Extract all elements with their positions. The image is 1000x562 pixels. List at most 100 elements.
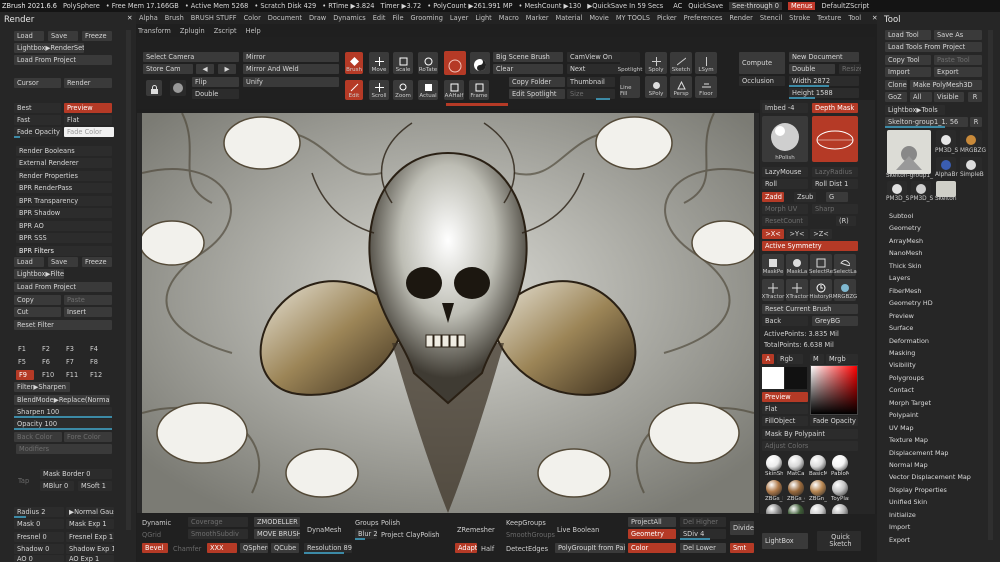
menu-item[interactable]: Grooming	[411, 14, 443, 22]
fillobject-button[interactable]: FillObject	[762, 416, 808, 426]
msoft-slider[interactable]: MSoft 1	[78, 481, 112, 491]
smooth-subdiv-button[interactable]: SmoothSubdiv	[188, 529, 248, 539]
import-button[interactable]: Import	[885, 67, 931, 77]
fade-color-swatch[interactable]: Fade Color	[64, 127, 114, 137]
load-tools-from-project-button[interactable]: Load Tools From Project	[885, 42, 982, 52]
filter-cut-button[interactable]: Cut	[14, 307, 61, 317]
mask-exp-slider[interactable]: Mask Exp 1	[66, 519, 114, 529]
filter-slot-f9[interactable]: F9	[16, 370, 34, 380]
polyf-icon[interactable]: SPoly	[645, 76, 667, 98]
tool-palette-title[interactable]: Tool	[880, 13, 1000, 27]
dynamesh-button[interactable]: DynaMesh	[307, 526, 342, 534]
scroll-icon[interactable]: Scroll	[369, 80, 389, 100]
bpr-filters-item[interactable]: BPR Filters	[16, 246, 112, 256]
bevel-button[interactable]: Bevel	[142, 543, 168, 553]
skelton-group-thumbnail[interactable]	[887, 130, 931, 174]
prev-camera-icon[interactable]: ◀	[196, 64, 214, 74]
compute-button[interactable]: Compute	[739, 52, 785, 74]
tool-subpalette-item[interactable]: Geometry	[889, 224, 921, 232]
render-booleans-item[interactable]: Render Booleans	[16, 146, 112, 156]
menus-button[interactable]: Menus	[787, 2, 816, 10]
line-fill-icon[interactable]: Line Fill	[620, 76, 640, 98]
pm3d-thumbnail-3[interactable]	[911, 181, 931, 197]
export-button[interactable]: Export	[934, 67, 982, 77]
symmetry-x-button[interactable]: >X<	[762, 229, 784, 239]
filter-paste-button[interactable]: Paste	[64, 295, 112, 305]
xtractor-icon[interactable]: XTractor	[762, 279, 784, 301]
lsym-icon[interactable]: LSym	[695, 52, 717, 74]
tool-subpalette-item[interactable]: Thick Skin	[889, 262, 922, 270]
mirror-button[interactable]: Mirror	[243, 52, 339, 62]
mask-slider[interactable]: Mask 0	[14, 519, 64, 529]
fade-opacity-slider[interactable]: Fade Opacity 0	[14, 127, 62, 137]
zadd-button[interactable]: Zadd	[762, 192, 784, 202]
close-icon[interactable]: ✕	[127, 14, 133, 22]
mblur-slider[interactable]: MBlur 0	[40, 481, 74, 491]
r-button[interactable]: (R)	[836, 216, 856, 226]
project-button[interactable]: Project	[381, 531, 404, 539]
color-picker[interactable]	[810, 365, 858, 415]
move-brush-button[interactable]: MOVE BRUSH	[254, 529, 300, 539]
load-tool-button[interactable]: Load Tool	[885, 30, 931, 40]
canvas-right-scroll[interactable]	[754, 113, 759, 513]
skelton-thumbnail-2[interactable]	[936, 181, 956, 197]
main-color-swatch[interactable]	[762, 367, 784, 389]
zoom-icon[interactable]: Zoom	[393, 80, 413, 100]
r-tool-slider-button[interactable]: R	[970, 117, 982, 127]
half-button[interactable]: Half	[481, 545, 494, 553]
save-as-button[interactable]: Save As	[934, 30, 982, 40]
adapt-button[interactable]: Adapt	[455, 543, 477, 553]
external-renderer-item[interactable]: External Renderer	[16, 158, 112, 168]
menu-item[interactable]: Draw	[309, 14, 326, 22]
polish-button[interactable]: Polish	[381, 519, 400, 527]
ac-button[interactable]: AC	[673, 2, 682, 10]
tool-subpalette-item[interactable]: Normal Map	[889, 461, 928, 469]
tool-subpalette-item[interactable]: Displacement Map	[889, 449, 948, 457]
filter-insert-button[interactable]: Insert	[64, 307, 112, 317]
spoly-icon[interactable]: Spoly	[645, 52, 667, 74]
keepgroups-button[interactable]: KeepGroups	[506, 519, 546, 527]
resetcount-button[interactable]: ResetCount	[762, 216, 808, 226]
lightbox-button[interactable]: LightBox	[762, 533, 808, 549]
flip-button[interactable]: Flip	[192, 77, 239, 87]
r-tool-button[interactable]: R	[968, 92, 982, 102]
menu-item[interactable]: Layer	[450, 14, 468, 22]
mirror-and-weld-button[interactable]: Mirror And Weld	[243, 64, 339, 74]
edit-spotlight-button[interactable]: Edit Spotlight	[509, 89, 565, 99]
secondary-color-swatch[interactable]	[785, 367, 807, 389]
blendmode-button[interactable]: BlendMode▶Replace(Normal)	[14, 395, 110, 405]
menu-item[interactable]: Color	[244, 14, 261, 22]
filter-slot-f7[interactable]: F7	[66, 358, 74, 366]
symmetry-z-button[interactable]: >Z<	[810, 229, 832, 239]
tool-subpalette-item[interactable]: UV Map	[889, 424, 914, 432]
lightbox-tools-button[interactable]: Lightbox▶Tools	[885, 105, 945, 115]
filter-slot-f6[interactable]: F6	[42, 358, 50, 366]
right-tray-scrollbar[interactable]	[988, 30, 993, 540]
adjust-colors-button[interactable]: Adjust Colors	[762, 441, 858, 451]
default-zscript[interactable]: DefaultZScript	[821, 2, 869, 10]
zremesher-button[interactable]: ZRemesher	[457, 526, 495, 534]
del-higher-button[interactable]: Del Higher	[680, 517, 726, 527]
ao-slider[interactable]: AO 0	[14, 555, 64, 562]
claypolish-button[interactable]: ClayPolish	[406, 531, 439, 539]
sketch-icon[interactable]: Sketch	[670, 52, 692, 74]
groups-button[interactable]: Groups	[355, 519, 379, 527]
menu-item[interactable]: Zplugin	[180, 27, 205, 35]
menu-item[interactable]: Edit	[373, 14, 386, 22]
next-camera-icon[interactable]: ▶	[218, 64, 236, 74]
filter-slot-f5[interactable]: F5	[18, 358, 26, 366]
tool-subpalette-item[interactable]: Masking	[889, 349, 915, 357]
menu-item[interactable]: Document	[268, 14, 302, 22]
modifiers-item[interactable]: Modifiers	[16, 444, 112, 454]
filter-slot-f10[interactable]: F10	[42, 371, 54, 379]
lazymouse-button[interactable]: LazyMouse	[762, 167, 808, 177]
ao-exp-slider[interactable]: AO Exp 1	[66, 555, 114, 562]
menu-item[interactable]: File	[393, 14, 404, 22]
tool-subpalette-item[interactable]: Initialize	[889, 511, 916, 519]
tool-subpalette-item[interactable]: Visibility	[889, 361, 916, 369]
resize-button[interactable]: Resize	[839, 64, 861, 74]
all-button[interactable]: All	[910, 92, 932, 102]
select-rect-icon[interactable]: SelectRe	[809, 254, 833, 276]
lazyradius-slider[interactable]: LazyRadius	[812, 167, 858, 177]
filter-slot-f3[interactable]: F3	[66, 345, 74, 353]
